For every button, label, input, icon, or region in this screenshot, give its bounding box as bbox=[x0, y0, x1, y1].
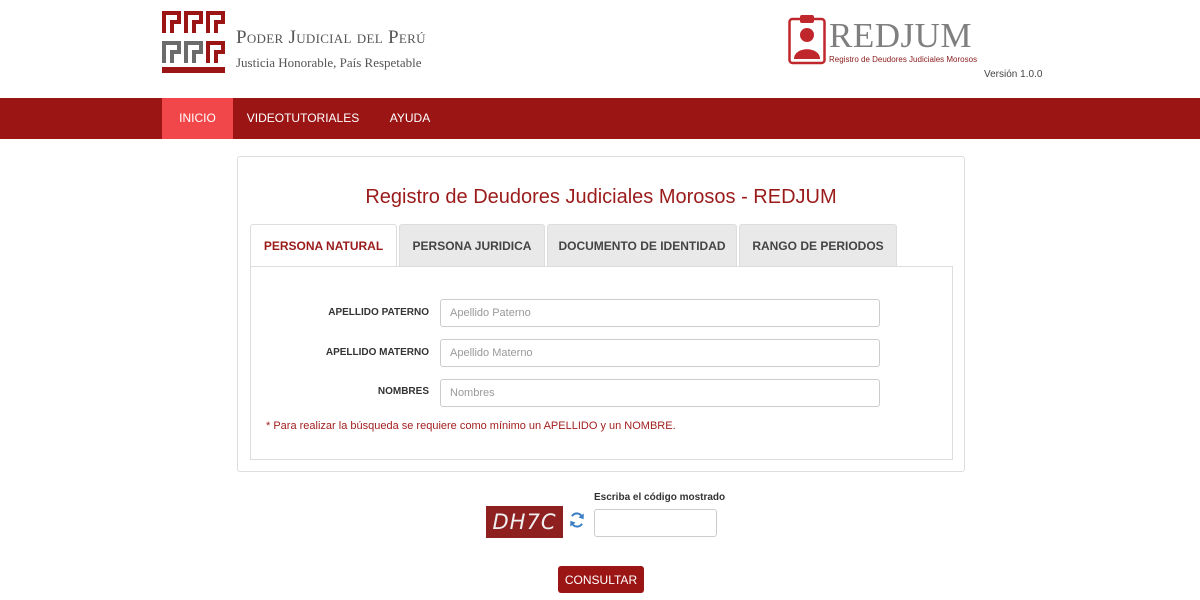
search-card: Registro de Deudores Judiciales Morosos … bbox=[237, 156, 965, 472]
header: Poder Judicial del Perú Justicia Honorab… bbox=[0, 0, 1200, 98]
nav-item-ayuda[interactable]: AYUDA bbox=[373, 98, 447, 139]
captcha-label: Escriba el código mostrado bbox=[594, 492, 726, 503]
apellido-paterno-label: APELLIDO PATERNO bbox=[328, 307, 429, 318]
page-title: Registro de Deudores Judiciales Morosos … bbox=[365, 186, 837, 208]
apellido-materno-input[interactable] bbox=[440, 339, 880, 367]
captcha-image: DH7C bbox=[486, 506, 563, 538]
captcha-input[interactable] bbox=[594, 509, 717, 537]
app-title: REDJUM bbox=[829, 16, 973, 55]
apellido-materno-label: APELLIDO MATERNO bbox=[325, 347, 429, 358]
nombres-label: NOMBRES bbox=[377, 386, 429, 397]
nombres-input[interactable] bbox=[440, 379, 880, 407]
nav-item-inicio[interactable]: INICIO bbox=[162, 98, 233, 139]
tab-persona-juridica[interactable]: PERSONA JURIDICA bbox=[399, 224, 545, 267]
captcha-code: DH7C bbox=[492, 510, 557, 534]
tab-rango-periodos[interactable]: RANGO DE PERIODOS bbox=[739, 224, 897, 267]
search-requirement-note: * Para realizar la búsqueda se requiere … bbox=[266, 420, 676, 432]
nav-item-videotutoriales[interactable]: VIDEOTUTORIALES bbox=[233, 98, 373, 139]
main-navbar: INICIO VIDEOTUTORIALES AYUDA bbox=[0, 98, 1200, 139]
tab-persona-natural[interactable]: PERSONA NATURAL bbox=[250, 224, 397, 268]
apellido-paterno-input[interactable] bbox=[440, 299, 880, 327]
tab-documento-identidad[interactable]: DOCUMENTO DE IDENTIDAD bbox=[547, 224, 737, 267]
org-title: Poder Judicial del Perú bbox=[236, 27, 426, 48]
app-subtitle: Registro de Deudores Judiciales Morosos bbox=[829, 55, 978, 64]
poder-judicial-logo bbox=[162, 11, 225, 73]
consultar-button[interactable]: CONSULTAR bbox=[558, 566, 644, 593]
org-subtitle: Justicia Honorable, País Respetable bbox=[236, 55, 422, 70]
person-clipboard-icon bbox=[788, 15, 826, 65]
org-branding: Poder Judicial del Perú Justicia Honorab… bbox=[236, 27, 426, 71]
tab-panel-persona-natural: APELLIDO PATERNO APELLIDO MATERNO NOMBRE… bbox=[250, 266, 953, 460]
version-label: Versión 1.0.0 bbox=[984, 69, 1043, 80]
refresh-icon[interactable] bbox=[569, 511, 585, 529]
